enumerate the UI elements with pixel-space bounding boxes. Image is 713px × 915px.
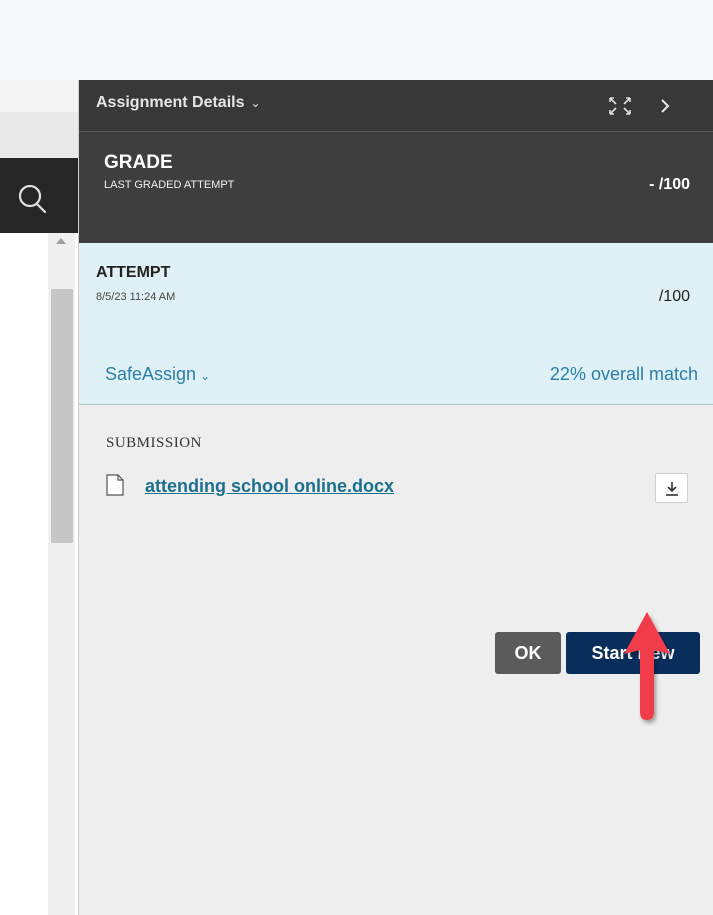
grade-sublabel: LAST GRADED ATTEMPT (104, 179, 235, 191)
attempt-value: /100 (658, 288, 690, 305)
search-icon[interactable] (14, 178, 54, 218)
attempt-date: 8/5/23 11:24 AM (96, 291, 176, 303)
attempt-label: ATTEMPT (96, 264, 171, 281)
submission-label: SUBMISSION (106, 435, 202, 451)
download-icon (666, 482, 678, 496)
ok-button[interactable]: OK (495, 632, 561, 674)
chevron-down-icon: ⌄ (200, 369, 211, 383)
submission-file-link[interactable]: attending school online.docx (145, 476, 394, 497)
document-icon (106, 474, 124, 496)
attempt-section[interactable]: ATTEMPT 8/5/23 11:24 AM /100 SafeAssign ⌄… (79, 243, 713, 405)
panel-header: Assignment Details ⌄ (79, 80, 713, 132)
red-arrow-annotation (624, 612, 670, 720)
grade-section: GRADE LAST GRADED ATTEMPT - /100 (79, 132, 713, 243)
left-toolbar (0, 80, 78, 160)
safeassign-match[interactable]: 22% overall match (550, 364, 698, 385)
assignment-details-panel: Assignment Details ⌄ GRADE LAST GRADED AT… (78, 80, 713, 915)
scrollbar-thumb[interactable] (51, 289, 73, 543)
grade-label: GRADE (104, 152, 173, 173)
panel-title: Assignment Details (96, 94, 245, 111)
scroll-up-icon[interactable] (56, 238, 66, 244)
top-banner (0, 0, 713, 80)
chevron-right-icon[interactable] (657, 94, 673, 118)
safeassign-dropdown[interactable]: SafeAssign ⌄ (105, 364, 210, 385)
expand-icon[interactable] (606, 94, 634, 118)
chevron-down-icon: ⌄ (250, 96, 261, 110)
search-bar[interactable] (0, 158, 78, 233)
safeassign-label: SafeAssign (105, 364, 197, 384)
download-button[interactable] (655, 473, 688, 503)
grade-value: - /100 (649, 176, 690, 193)
panel-title-dropdown[interactable]: Assignment Details ⌄ (96, 94, 261, 112)
